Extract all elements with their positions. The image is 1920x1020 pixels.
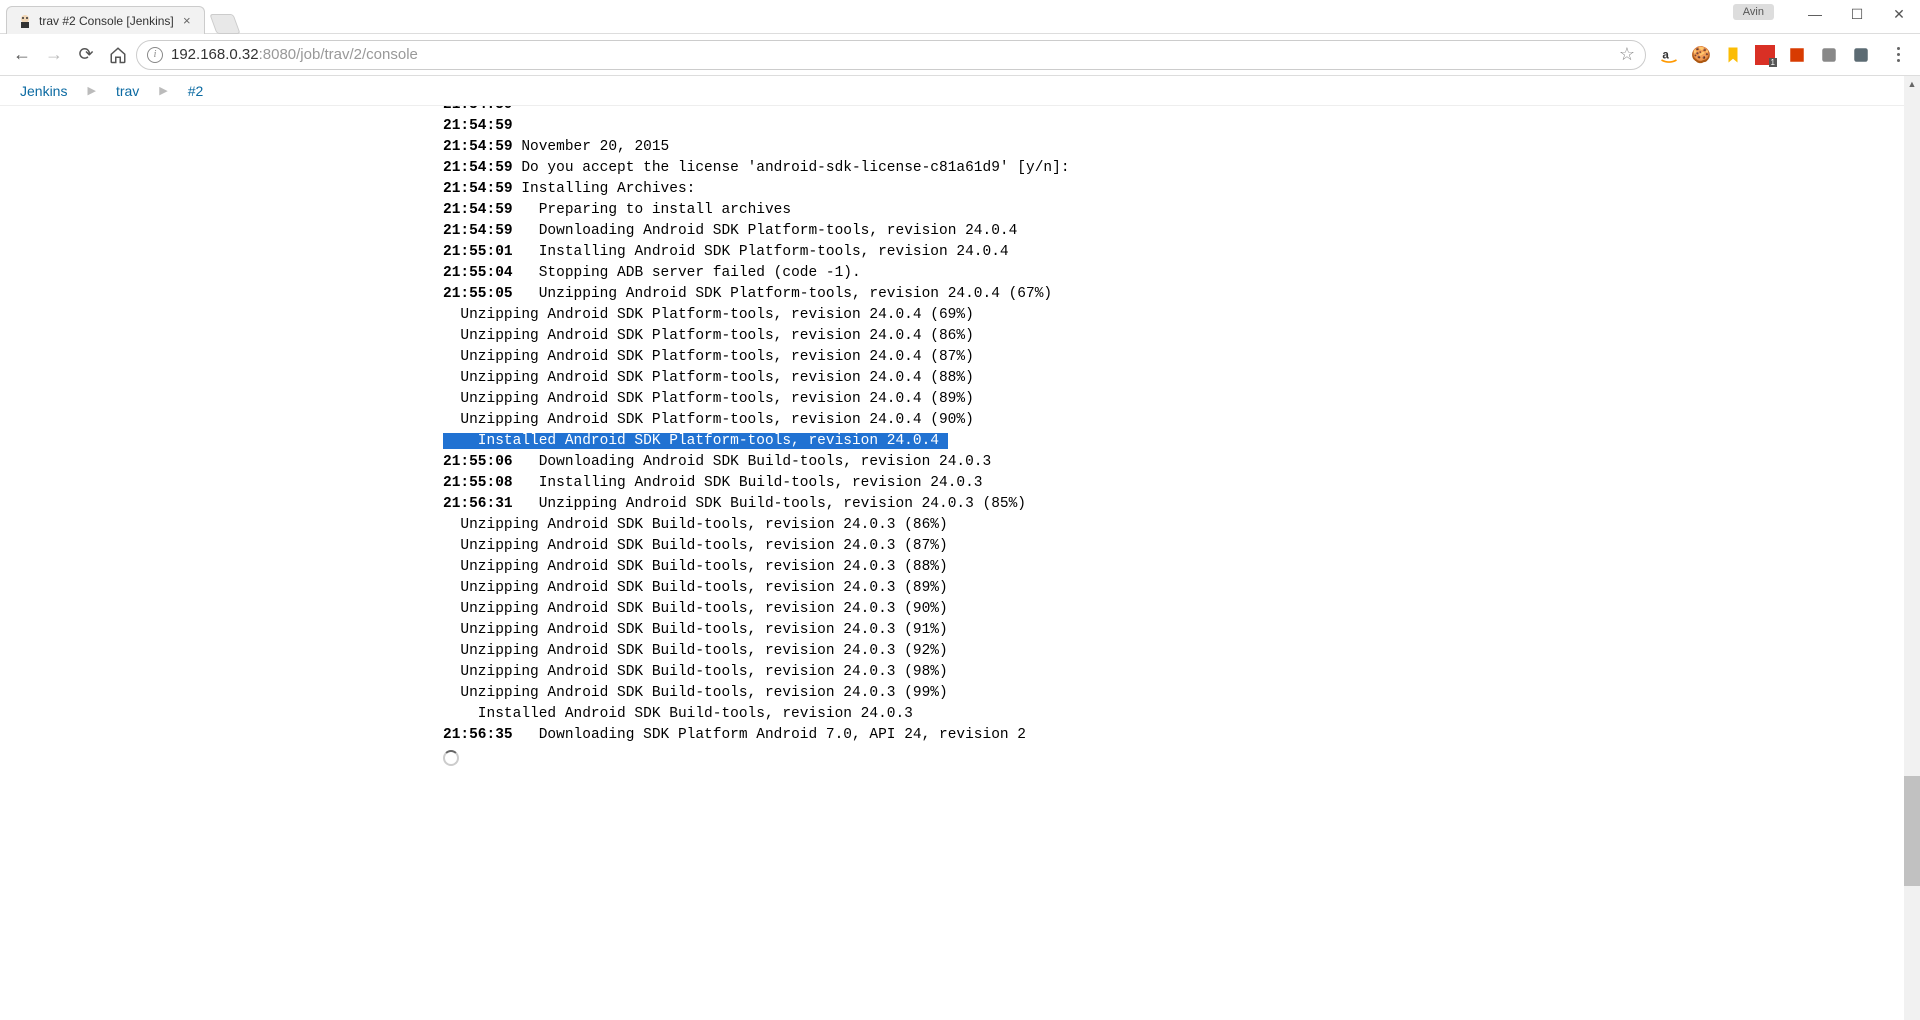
chrome-user-badge[interactable]: Avin: [1733, 4, 1774, 20]
window-maximize-button[interactable]: ☐: [1836, 0, 1878, 28]
bookmark-star-icon[interactable]: ☆: [1619, 44, 1635, 65]
nav-forward-button[interactable]: →: [40, 41, 68, 69]
extension-icons: a 🍪 1: [1650, 44, 1880, 66]
tab-close-icon[interactable]: ×: [180, 14, 194, 28]
browser-title-bar: trav #2 Console [Jenkins] × Avin — ☐ ✕: [0, 0, 1920, 34]
vertical-scrollbar[interactable]: ▲: [1904, 76, 1920, 1020]
console-output-area: 21:54:5921:54:5921:54:59 November 20, 20…: [0, 106, 1904, 1020]
nav-reload-button[interactable]: ⟳: [72, 41, 100, 69]
breadcrumb-item[interactable]: trav: [108, 79, 147, 103]
breadcrumb: Jenkins ▶ trav ▶ #2: [0, 76, 1920, 106]
gray-ext-icon-1[interactable]: [1818, 44, 1840, 66]
loading-spinner-icon: [443, 750, 459, 766]
window-close-button[interactable]: ✕: [1878, 0, 1920, 28]
office-ext-icon[interactable]: [1786, 44, 1808, 66]
breadcrumb-sep-icon: ▶: [75, 84, 107, 97]
nav-back-button[interactable]: ←: [8, 41, 36, 69]
nav-home-button[interactable]: [104, 41, 132, 69]
tab-title: trav #2 Console [Jenkins]: [39, 14, 174, 28]
breadcrumb-sep-icon: ▶: [147, 84, 179, 97]
address-bar: ← → ⟳ i 192.168.0.32:8080/job/trav/2/con…: [0, 34, 1920, 76]
svg-text:a: a: [1662, 48, 1669, 61]
tabs-area: trav #2 Console [Jenkins] ×: [0, 0, 237, 34]
breadcrumb-item[interactable]: #2: [180, 79, 212, 103]
console-output[interactable]: 21:54:5921:54:5921:54:59 November 20, 20…: [0, 106, 1904, 746]
bookmark-ext-icon[interactable]: [1722, 44, 1744, 66]
window-controls: Avin — ☐ ✕: [1733, 0, 1920, 28]
amazon-ext-icon[interactable]: a: [1658, 44, 1680, 66]
window-minimize-button[interactable]: —: [1794, 0, 1836, 28]
gray-ext-icon-2[interactable]: [1850, 44, 1872, 66]
browser-tab[interactable]: trav #2 Console [Jenkins] ×: [6, 6, 205, 34]
chrome-menu-button[interactable]: [1884, 47, 1912, 62]
new-tab-button[interactable]: [209, 14, 240, 34]
url-text: 192.168.0.32:8080/job/trav/2/console: [171, 46, 1611, 63]
cookie-ext-icon[interactable]: 🍪: [1690, 44, 1712, 66]
red-ext-icon[interactable]: 1: [1754, 44, 1776, 66]
breadcrumb-item[interactable]: Jenkins: [12, 79, 75, 103]
jenkins-favicon-icon: [17, 13, 33, 29]
url-input[interactable]: i 192.168.0.32:8080/job/trav/2/console ☆: [136, 40, 1646, 70]
scroll-up-icon[interactable]: ▲: [1904, 76, 1920, 92]
site-info-icon[interactable]: i: [147, 47, 163, 63]
scrollbar-thumb[interactable]: [1904, 776, 1920, 886]
